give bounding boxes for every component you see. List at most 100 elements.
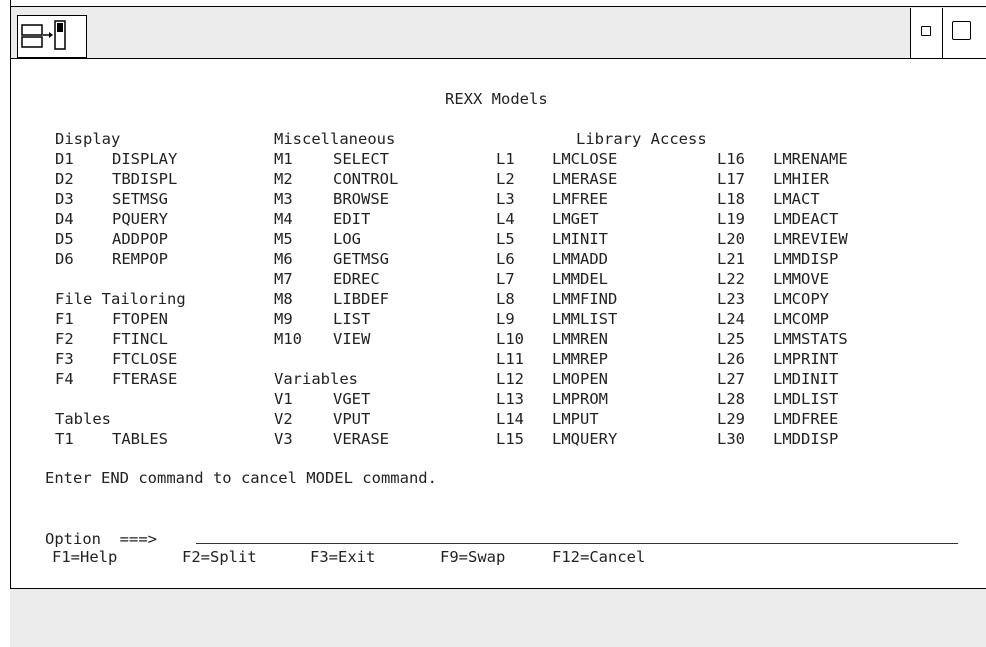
model-name-l16[interactable]: LMRENAME [773, 150, 848, 168]
model-name-m2[interactable]: CONTROL [333, 170, 398, 188]
model-code-l25[interactable]: L25 [717, 330, 745, 348]
fkey-cancel[interactable]: F12=Cancel [552, 548, 645, 566]
model-code-m6[interactable]: M6 [274, 250, 293, 268]
model-code-l16[interactable]: L16 [717, 150, 745, 168]
model-name-d6[interactable]: REMPOP [112, 250, 168, 268]
model-code-l14[interactable]: L14 [496, 410, 524, 428]
model-code-l6[interactable]: L6 [496, 250, 515, 268]
model-name-l25[interactable]: LMMSTATS [773, 330, 848, 348]
model-name-l11[interactable]: LMMREP [552, 350, 608, 368]
model-code-m5[interactable]: M5 [274, 230, 293, 248]
model-code-l7[interactable]: L7 [496, 270, 515, 288]
model-code-v3[interactable]: V3 [274, 430, 293, 448]
model-code-l21[interactable]: L21 [717, 250, 745, 268]
model-code-m4[interactable]: M4 [274, 210, 293, 228]
model-code-l12[interactable]: L12 [496, 370, 524, 388]
model-name-l29[interactable]: LMDFREE [773, 410, 838, 428]
model-name-v3[interactable]: VERASE [333, 430, 389, 448]
model-name-l22[interactable]: LMMOVE [773, 270, 829, 288]
model-name-l10[interactable]: LMMREN [552, 330, 608, 348]
fkey-exit[interactable]: F3=Exit [310, 548, 375, 566]
model-name-l17[interactable]: LMHIER [773, 170, 829, 188]
model-code-l29[interactable]: L29 [717, 410, 745, 428]
model-code-d4[interactable]: D4 [55, 210, 74, 228]
model-name-m6[interactable]: GETMSG [333, 250, 389, 268]
minimize-button[interactable] [910, 8, 942, 58]
model-name-m7[interactable]: EDREC [333, 270, 380, 288]
model-name-m1[interactable]: SELECT [333, 150, 389, 168]
model-code-m1[interactable]: M1 [274, 150, 293, 168]
model-name-l30[interactable]: LMDDISP [773, 430, 838, 448]
model-name-m4[interactable]: EDIT [333, 210, 370, 228]
model-name-d5[interactable]: ADDPOP [112, 230, 168, 248]
model-code-l18[interactable]: L18 [717, 190, 745, 208]
fkey-help[interactable]: F1=Help [52, 548, 117, 566]
model-name-l20[interactable]: LMREVIEW [773, 230, 848, 248]
model-name-l18[interactable]: LMACT [773, 190, 820, 208]
model-name-l8[interactable]: LMMFIND [552, 290, 617, 308]
model-name-l28[interactable]: LMDLIST [773, 390, 838, 408]
model-name-d4[interactable]: PQUERY [112, 210, 168, 228]
model-code-l1[interactable]: L1 [496, 150, 515, 168]
model-name-l24[interactable]: LMCOMP [773, 310, 829, 328]
model-code-m7[interactable]: M7 [274, 270, 293, 288]
model-name-l3[interactable]: LMFREE [552, 190, 608, 208]
model-code-l26[interactable]: L26 [717, 350, 745, 368]
model-name-l21[interactable]: LMMDISP [773, 250, 838, 268]
model-code-l24[interactable]: L24 [717, 310, 745, 328]
model-code-l9[interactable]: L9 [496, 310, 515, 328]
system-menu-button[interactable] [17, 15, 87, 58]
model-code-d6[interactable]: D6 [55, 250, 74, 268]
model-code-l20[interactable]: L20 [717, 230, 745, 248]
model-code-l10[interactable]: L10 [496, 330, 524, 348]
model-name-l9[interactable]: LMMLIST [552, 310, 617, 328]
model-code-l11[interactable]: L11 [496, 350, 524, 368]
model-code-f2[interactable]: F2 [55, 330, 74, 348]
model-code-f3[interactable]: F3 [55, 350, 74, 368]
model-name-l12[interactable]: LMOPEN [552, 370, 608, 388]
maximize-button[interactable] [942, 8, 986, 58]
model-name-v1[interactable]: VGET [333, 390, 370, 408]
model-code-m2[interactable]: M2 [274, 170, 293, 188]
model-code-m10[interactable]: M10 [274, 330, 302, 348]
model-code-l27[interactable]: L27 [717, 370, 745, 388]
model-code-l8[interactable]: L8 [496, 290, 515, 308]
model-code-d2[interactable]: D2 [55, 170, 74, 188]
model-code-l2[interactable]: L2 [496, 170, 515, 188]
model-name-f2[interactable]: FTINCL [112, 330, 168, 348]
model-code-l23[interactable]: L23 [717, 290, 745, 308]
model-code-l3[interactable]: L3 [496, 190, 515, 208]
model-code-l4[interactable]: L4 [496, 210, 515, 228]
model-name-v2[interactable]: VPUT [333, 410, 370, 428]
model-code-d3[interactable]: D3 [55, 190, 74, 208]
model-name-l1[interactable]: LMCLOSE [552, 150, 617, 168]
model-code-l19[interactable]: L19 [717, 210, 745, 228]
model-name-l5[interactable]: LMINIT [552, 230, 608, 248]
model-name-f3[interactable]: FTCLOSE [112, 350, 177, 368]
model-name-l27[interactable]: LMDINIT [773, 370, 838, 388]
model-code-l13[interactable]: L13 [496, 390, 524, 408]
model-name-l4[interactable]: LMGET [552, 210, 599, 228]
model-code-l17[interactable]: L17 [717, 170, 745, 188]
model-name-l2[interactable]: LMERASE [552, 170, 617, 188]
model-code-t1[interactable]: T1 [55, 430, 74, 448]
model-name-l7[interactable]: LMMDEL [552, 270, 608, 288]
model-name-d1[interactable]: DISPLAY [112, 150, 177, 168]
model-code-l28[interactable]: L28 [717, 390, 745, 408]
fkey-swap[interactable]: F9=Swap [440, 548, 505, 566]
model-code-d1[interactable]: D1 [55, 150, 74, 168]
model-name-l26[interactable]: LMPRINT [773, 350, 838, 368]
model-name-t1[interactable]: TABLES [112, 430, 168, 448]
model-name-l23[interactable]: LMCOPY [773, 290, 829, 308]
model-name-d2[interactable]: TBDISPL [112, 170, 177, 188]
model-code-l15[interactable]: L15 [496, 430, 524, 448]
model-code-v1[interactable]: V1 [274, 390, 293, 408]
model-code-f1[interactable]: F1 [55, 310, 74, 328]
fkey-split[interactable]: F2=Split [182, 548, 257, 566]
model-code-d5[interactable]: D5 [55, 230, 74, 248]
model-name-l15[interactable]: LMQUERY [552, 430, 617, 448]
model-name-m9[interactable]: LIST [333, 310, 370, 328]
model-name-f1[interactable]: FTOPEN [112, 310, 168, 328]
model-name-d3[interactable]: SETMSG [112, 190, 168, 208]
model-name-l13[interactable]: LMPROM [552, 390, 608, 408]
